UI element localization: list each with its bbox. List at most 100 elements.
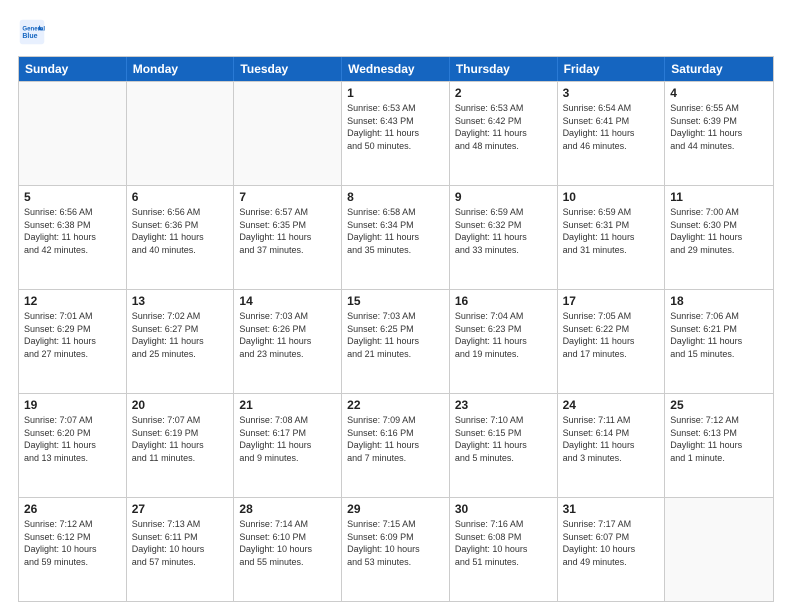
- day-number: 3: [563, 86, 660, 100]
- day-number: 16: [455, 294, 552, 308]
- day-number: 13: [132, 294, 229, 308]
- calendar-cell: 24Sunrise: 7:11 AM Sunset: 6:14 PM Dayli…: [558, 394, 666, 497]
- cell-info: Sunrise: 6:54 AM Sunset: 6:41 PM Dayligh…: [563, 102, 660, 152]
- calendar-cell: 14 Sunrise: 7:03 AM Sunset: 6:26 PM Dayli…: [234, 290, 342, 393]
- day-number: 10: [563, 190, 660, 204]
- weekday-header: Wednesday: [342, 57, 450, 81]
- weekday-header: Thursday: [450, 57, 558, 81]
- calendar-cell: 10 Sunrise: 6:59 AM Sunset: 6:31 PM Dayli…: [558, 186, 666, 289]
- day-number: 25: [670, 398, 768, 412]
- calendar-cell: 7 Sunrise: 6:57 AM Sunset: 6:35 PM Daylig…: [234, 186, 342, 289]
- calendar-cell: [665, 498, 773, 601]
- cell-info: Sunrise: 7:05 AM Sunset: 6:22 PM Dayligh…: [563, 310, 660, 360]
- cell-info: Sunrise: 7:17 AM Sunset: 6:07 PM Dayligh…: [563, 518, 660, 568]
- cell-info: Sunrise: 7:13 AM Sunset: 6:11 PM Dayligh…: [132, 518, 229, 568]
- calendar-cell: 3 Sunrise: 6:54 AM Sunset: 6:41 PM Daylig…: [558, 82, 666, 185]
- cell-info: Sunrise: 7:07 AM Sunset: 6:19 PM Dayligh…: [132, 414, 229, 464]
- calendar-cell: 19 Sunrise: 7:07 AM Sunset: 6:20 PM Dayli…: [19, 394, 127, 497]
- day-number: 5: [24, 190, 121, 204]
- day-number: 4: [670, 86, 768, 100]
- calendar-row: 19 Sunrise: 7:07 AM Sunset: 6:20 PM Dayli…: [19, 393, 773, 497]
- day-number: 6: [132, 190, 229, 204]
- weekday-header: Saturday: [665, 57, 773, 81]
- calendar: SundayMondayTuesdayWednesdayThursdayFrid…: [18, 56, 774, 602]
- calendar-cell: 27 Sunrise: 7:13 AM Sunset: 6:11 PM Dayli…: [127, 498, 235, 601]
- cell-info: Sunrise: 7:07 AM Sunset: 6:20 PM Dayligh…: [24, 414, 121, 464]
- calendar-cell: 12 Sunrise: 7:01 AM Sunset: 6:29 PM Dayli…: [19, 290, 127, 393]
- page-header: General Blue: [18, 18, 774, 46]
- day-number: 9: [455, 190, 552, 204]
- day-number: 22: [347, 398, 444, 412]
- calendar-row: 1 Sunrise: 6:53 AM Sunset: 6:43 PM Daylig…: [19, 81, 773, 185]
- calendar-cell: 17 Sunrise: 7:05 AM Sunset: 6:22 PM Dayli…: [558, 290, 666, 393]
- day-number: 21: [239, 398, 336, 412]
- calendar-page: General Blue SundayMondayTuesdayWednesda…: [0, 0, 792, 612]
- day-number: 19: [24, 398, 121, 412]
- calendar-cell: [19, 82, 127, 185]
- day-number: 11: [670, 190, 768, 204]
- cell-info: Sunrise: 7:03 AM Sunset: 6:25 PM Dayligh…: [347, 310, 444, 360]
- day-number: 30: [455, 502, 552, 516]
- day-number: 15: [347, 294, 444, 308]
- cell-info: Sunrise: 7:06 AM Sunset: 6:21 PM Dayligh…: [670, 310, 768, 360]
- calendar-row: 12 Sunrise: 7:01 AM Sunset: 6:29 PM Dayli…: [19, 289, 773, 393]
- cell-info: Sunrise: 7:10 AM Sunset: 6:15 PM Dayligh…: [455, 414, 552, 464]
- cell-info: Sunrise: 6:53 AM Sunset: 6:43 PM Dayligh…: [347, 102, 444, 152]
- cell-info: Sunrise: 7:01 AM Sunset: 6:29 PM Dayligh…: [24, 310, 121, 360]
- cell-info: Sunrise: 7:04 AM Sunset: 6:23 PM Dayligh…: [455, 310, 552, 360]
- calendar-cell: 29Sunrise: 7:15 AM Sunset: 6:09 PM Dayli…: [342, 498, 450, 601]
- logo-icon: General Blue: [18, 18, 46, 46]
- calendar-cell: 11 Sunrise: 7:00 AM Sunset: 6:30 PM Dayli…: [665, 186, 773, 289]
- day-number: 28: [239, 502, 336, 516]
- calendar-cell: 28Sunrise: 7:14 AM Sunset: 6:10 PM Dayli…: [234, 498, 342, 601]
- cell-info: Sunrise: 7:12 AM Sunset: 6:13 PM Dayligh…: [670, 414, 768, 464]
- day-number: 17: [563, 294, 660, 308]
- cell-info: Sunrise: 6:59 AM Sunset: 6:32 PM Dayligh…: [455, 206, 552, 256]
- cell-info: Sunrise: 6:56 AM Sunset: 6:36 PM Dayligh…: [132, 206, 229, 256]
- cell-info: Sunrise: 7:16 AM Sunset: 6:08 PM Dayligh…: [455, 518, 552, 568]
- logo: General Blue: [18, 18, 46, 46]
- day-number: 14: [239, 294, 336, 308]
- day-number: 8: [347, 190, 444, 204]
- weekday-header: Monday: [127, 57, 235, 81]
- cell-info: Sunrise: 7:15 AM Sunset: 6:09 PM Dayligh…: [347, 518, 444, 568]
- calendar-cell: 16 Sunrise: 7:04 AM Sunset: 6:23 PM Dayli…: [450, 290, 558, 393]
- cell-info: Sunrise: 6:58 AM Sunset: 6:34 PM Dayligh…: [347, 206, 444, 256]
- weekday-header: Tuesday: [234, 57, 342, 81]
- weekday-header: Sunday: [19, 57, 127, 81]
- day-number: 1: [347, 86, 444, 100]
- cell-info: Sunrise: 6:53 AM Sunset: 6:42 PM Dayligh…: [455, 102, 552, 152]
- calendar-cell: 13Sunrise: 7:02 AM Sunset: 6:27 PM Dayli…: [127, 290, 235, 393]
- calendar-cell: 25 Sunrise: 7:12 AM Sunset: 6:13 PM Dayli…: [665, 394, 773, 497]
- weekday-header: Friday: [558, 57, 666, 81]
- calendar-cell: 18 Sunrise: 7:06 AM Sunset: 6:21 PM Dayli…: [665, 290, 773, 393]
- calendar-cell: [127, 82, 235, 185]
- cell-info: Sunrise: 6:56 AM Sunset: 6:38 PM Dayligh…: [24, 206, 121, 256]
- day-number: 27: [132, 502, 229, 516]
- calendar-cell: [234, 82, 342, 185]
- cell-info: Sunrise: 6:57 AM Sunset: 6:35 PM Dayligh…: [239, 206, 336, 256]
- day-number: 18: [670, 294, 768, 308]
- cell-info: Sunrise: 6:59 AM Sunset: 6:31 PM Dayligh…: [563, 206, 660, 256]
- cell-info: Sunrise: 7:08 AM Sunset: 6:17 PM Dayligh…: [239, 414, 336, 464]
- calendar-body: 1 Sunrise: 6:53 AM Sunset: 6:43 PM Daylig…: [19, 81, 773, 601]
- day-number: 12: [24, 294, 121, 308]
- calendar-cell: 9 Sunrise: 6:59 AM Sunset: 6:32 PM Daylig…: [450, 186, 558, 289]
- day-number: 23: [455, 398, 552, 412]
- calendar-cell: 21 Sunrise: 7:08 AM Sunset: 6:17 PM Dayli…: [234, 394, 342, 497]
- svg-text:General: General: [22, 25, 45, 32]
- cell-info: Sunrise: 7:03 AM Sunset: 6:26 PM Dayligh…: [239, 310, 336, 360]
- calendar-cell: 5 Sunrise: 6:56 AM Sunset: 6:38 PM Daylig…: [19, 186, 127, 289]
- calendar-cell: 31Sunrise: 7:17 AM Sunset: 6:07 PM Dayli…: [558, 498, 666, 601]
- calendar-cell: 6 Sunrise: 6:56 AM Sunset: 6:36 PM Daylig…: [127, 186, 235, 289]
- calendar-header: SundayMondayTuesdayWednesdayThursdayFrid…: [19, 57, 773, 81]
- day-number: 7: [239, 190, 336, 204]
- cell-info: Sunrise: 7:00 AM Sunset: 6:30 PM Dayligh…: [670, 206, 768, 256]
- calendar-cell: 23 Sunrise: 7:10 AM Sunset: 6:15 PM Dayli…: [450, 394, 558, 497]
- calendar-cell: 26Sunrise: 7:12 AM Sunset: 6:12 PM Dayli…: [19, 498, 127, 601]
- calendar-row: 26Sunrise: 7:12 AM Sunset: 6:12 PM Dayli…: [19, 497, 773, 601]
- calendar-cell: 1 Sunrise: 6:53 AM Sunset: 6:43 PM Daylig…: [342, 82, 450, 185]
- day-number: 26: [24, 502, 121, 516]
- cell-info: Sunrise: 7:11 AM Sunset: 6:14 PM Dayligh…: [563, 414, 660, 464]
- day-number: 2: [455, 86, 552, 100]
